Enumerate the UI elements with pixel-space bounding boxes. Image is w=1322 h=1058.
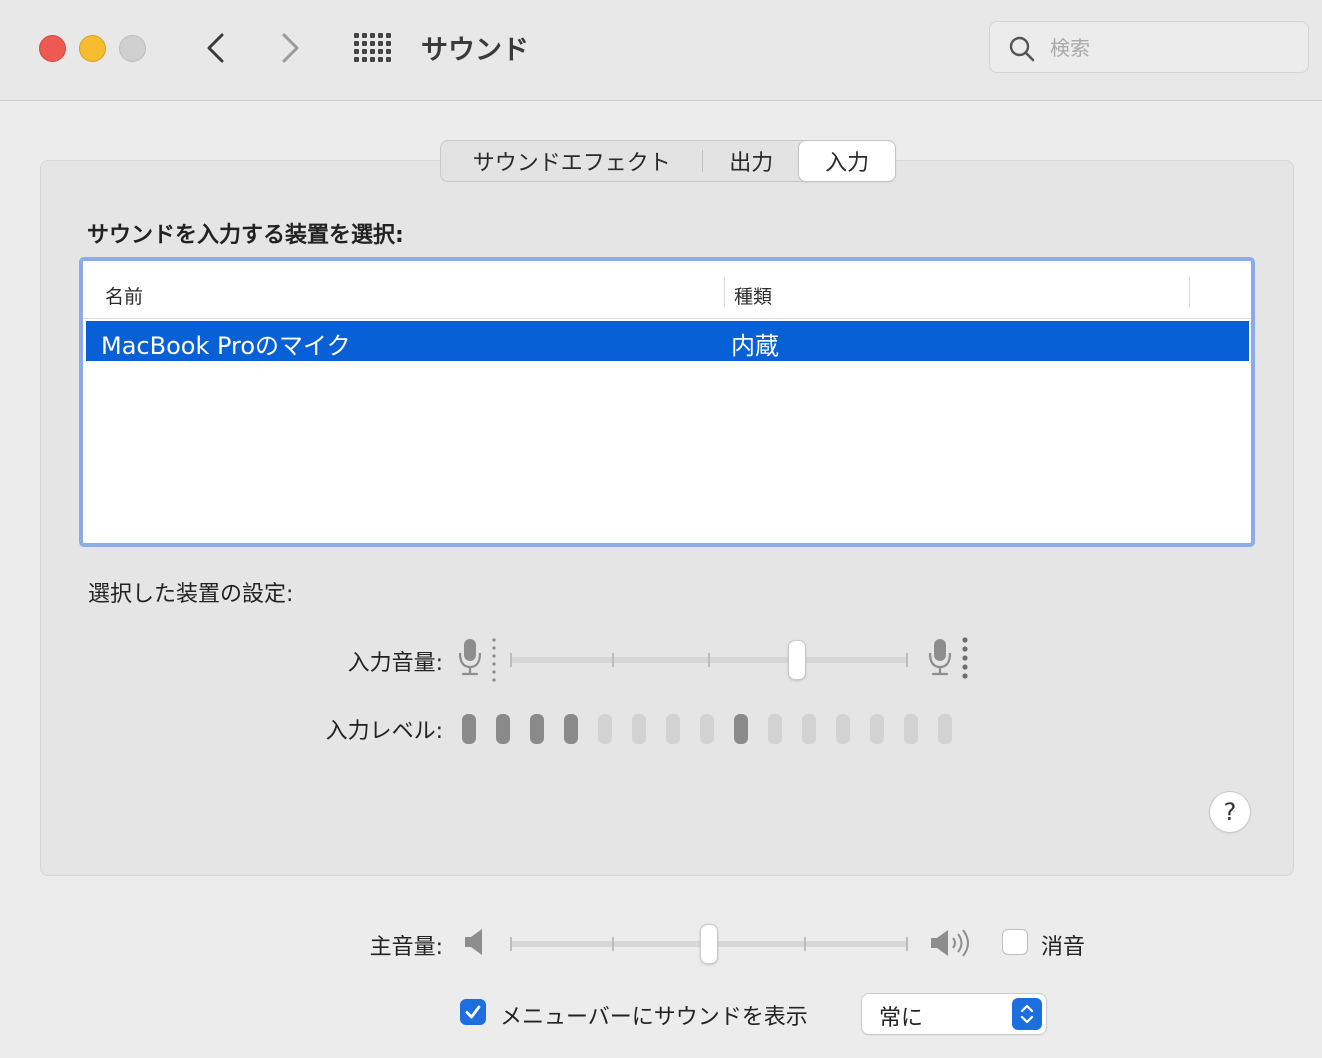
level-segment bbox=[870, 714, 884, 744]
speaker-low-icon bbox=[465, 929, 482, 955]
level-segment bbox=[938, 714, 952, 744]
level-segment bbox=[700, 714, 714, 744]
forward-button[interactable] bbox=[270, 28, 310, 68]
tab-bar: サウンドエフェクト 出力 入力 bbox=[440, 140, 896, 182]
column-divider bbox=[1189, 277, 1190, 307]
mute-label: 消音 bbox=[1041, 935, 1086, 960]
title-bar: サウンド bbox=[0, 0, 1322, 101]
level-segment bbox=[632, 714, 646, 744]
show-in-menubar-checkbox[interactable] bbox=[460, 999, 486, 1025]
column-header-type[interactable]: 種類 bbox=[734, 282, 772, 309]
slider-tick bbox=[906, 653, 908, 667]
table-header: 名前 種類 bbox=[83, 261, 1251, 319]
slider-tick bbox=[612, 937, 614, 951]
device-settings-title: 選択した装置の設定: bbox=[88, 582, 294, 607]
main-volume-slider[interactable] bbox=[510, 924, 908, 964]
level-segment bbox=[802, 714, 816, 744]
back-button[interactable] bbox=[196, 28, 236, 68]
chevron-left-icon bbox=[207, 33, 224, 63]
slider-knob[interactable] bbox=[701, 925, 717, 963]
tab-input[interactable]: 入力 bbox=[799, 141, 895, 181]
input-device-table[interactable]: 名前 種類 MacBook Proのマイク 内蔵 bbox=[79, 257, 1255, 547]
level-segment bbox=[564, 714, 578, 744]
search-field[interactable] bbox=[989, 21, 1309, 73]
window-title: サウンド bbox=[421, 35, 529, 66]
slider-knob[interactable] bbox=[788, 641, 805, 679]
table-row[interactable]: MacBook Proのマイク 内蔵 bbox=[86, 321, 1249, 361]
chevron-right-icon bbox=[282, 33, 299, 63]
column-header-name[interactable]: 名前 bbox=[105, 282, 143, 309]
close-window-button[interactable] bbox=[39, 35, 66, 62]
zoom-window-button[interactable] bbox=[119, 35, 146, 62]
level-segment bbox=[768, 714, 782, 744]
mic-high-icon bbox=[928, 637, 968, 679]
mic-low-icon bbox=[458, 638, 496, 682]
tab-sound-effects[interactable]: サウンドエフェクト bbox=[441, 141, 702, 181]
mute-checkbox[interactable] bbox=[1002, 929, 1028, 955]
main-volume-label: 主音量: bbox=[369, 935, 443, 960]
show-all-button[interactable] bbox=[352, 30, 392, 66]
slider-tick bbox=[804, 937, 806, 951]
slider-tick bbox=[708, 653, 710, 667]
device-section-title: サウンドを入力する装置を選択: bbox=[87, 223, 404, 248]
grid-icon bbox=[354, 33, 391, 62]
input-level-label: 入力レベル: bbox=[325, 719, 443, 744]
up-down-chevron-icon bbox=[1020, 1004, 1034, 1024]
show-option-select[interactable]: 常に bbox=[862, 994, 1046, 1034]
minimize-window-button[interactable] bbox=[79, 35, 106, 62]
level-segment bbox=[836, 714, 850, 744]
speaker-high-icon bbox=[931, 929, 969, 957]
device-type-cell: 内蔵 bbox=[731, 332, 779, 360]
search-input[interactable] bbox=[1048, 32, 1292, 64]
level-segment bbox=[666, 714, 680, 744]
level-segment bbox=[734, 714, 748, 744]
slider-tick bbox=[612, 653, 614, 667]
show-in-menubar-label: メニューバーにサウンドを表示 bbox=[500, 1005, 808, 1030]
slider-tick bbox=[510, 937, 512, 951]
select-arrows bbox=[1012, 998, 1042, 1030]
select-value: 常に bbox=[879, 1006, 924, 1031]
column-divider bbox=[724, 277, 725, 307]
input-volume-label: 入力音量: bbox=[347, 651, 443, 676]
level-segment bbox=[496, 714, 510, 744]
slider-tick bbox=[906, 937, 908, 951]
slider-tick bbox=[510, 653, 512, 667]
tab-output[interactable]: 出力 bbox=[703, 141, 799, 181]
device-name-cell: MacBook Proのマイク bbox=[101, 332, 351, 360]
checkmark-icon bbox=[465, 1005, 481, 1019]
level-segment bbox=[530, 714, 544, 744]
help-button[interactable]: ? bbox=[1210, 792, 1250, 832]
level-segment bbox=[904, 714, 918, 744]
input-volume-slider[interactable] bbox=[510, 640, 908, 680]
level-segment bbox=[598, 714, 612, 744]
search-icon bbox=[1009, 36, 1035, 62]
level-segment bbox=[462, 714, 476, 744]
